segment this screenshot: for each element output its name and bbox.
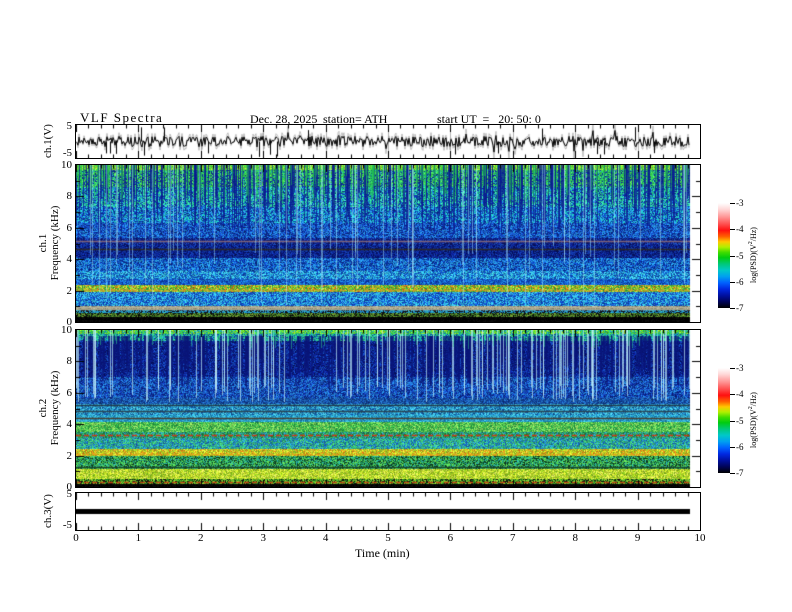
ch1-colorbar-label: log(PSD)(V2/Hz) xyxy=(748,227,758,283)
colorbar-tick xyxy=(730,229,735,230)
x-tick-label: 8 xyxy=(572,532,578,544)
colorbar-tick-label: -5 xyxy=(736,415,744,426)
ch1-waveform-canvas xyxy=(76,125,700,158)
x-tick-label: 6 xyxy=(447,532,454,544)
colorbar-tick-label: -4 xyxy=(736,389,744,400)
ch1-spectrogram-panel xyxy=(75,164,701,323)
colorbar-tick-label: -7 xyxy=(736,468,744,478)
colorbar-tick xyxy=(730,282,735,283)
ch2-frequency-axis-label: ch.2 Frequency (kHz) xyxy=(37,371,61,446)
colorbar-tick xyxy=(730,473,735,474)
y-tick-label: 10 xyxy=(61,159,72,171)
time-axis-label: Time (min) xyxy=(355,546,410,560)
y-tick-label: 6 xyxy=(66,221,73,234)
y-tick-label: 2 xyxy=(66,284,73,297)
x-tick-label: 5 xyxy=(385,532,391,544)
colorbar-tick-label: -7 xyxy=(736,303,744,313)
y-tick-label: 2 xyxy=(66,449,73,462)
x-tick-label: 1 xyxy=(135,532,142,544)
colorbar-tick-label: -4 xyxy=(736,224,744,235)
ch2-spectrogram-panel xyxy=(75,329,701,488)
y-tick-label: 4 xyxy=(66,253,73,266)
ch3-waveform-panel xyxy=(75,492,701,531)
ch2-axis-line2: Frequency (kHz) xyxy=(49,370,61,446)
colorbar-tick xyxy=(730,368,735,369)
ch2-spectrogram-canvas xyxy=(76,330,700,487)
colorbar-tick xyxy=(730,394,735,395)
y-tick-label: 5 xyxy=(66,488,73,500)
y-tick-label: 8 xyxy=(66,355,73,368)
ch2-colorbar-label: log(PSD)(V2/Hz) xyxy=(748,392,758,448)
ch2-colorbar-gradient xyxy=(718,368,730,473)
ch1-frequency-axis-label: ch.1 Frequency (kHz) xyxy=(37,206,61,281)
x-tick-label: 7 xyxy=(510,532,516,544)
x-tick-label: 3 xyxy=(260,532,266,544)
ch2-colorbar: -3 -4 -5 -6 -7 xyxy=(718,364,744,478)
colorbar-tick xyxy=(730,256,735,257)
ch1-axis-line2: Frequency (kHz) xyxy=(49,205,61,281)
ch1-colorbar: -3 -4 -5 -6 -7 xyxy=(718,199,744,313)
vlf-spectra-figure: VLF Spectra Dec. 28, 2025 station= ATH s… xyxy=(0,0,792,612)
y-tick-label: 5 xyxy=(66,120,73,132)
x-tick-label: 4 xyxy=(322,532,329,544)
ch3-waveform-canvas xyxy=(76,493,700,530)
ch1-spectrogram-canvas xyxy=(76,165,700,322)
y-tick-label: 8 xyxy=(66,190,73,203)
ch2-axis-line1: ch.2 xyxy=(37,398,49,418)
colorbar-tick-label: -3 xyxy=(736,363,744,373)
y-tick-label: 10 xyxy=(61,324,72,336)
y-tick-label: -5 xyxy=(62,519,72,531)
x-tick-label: 2 xyxy=(198,532,204,544)
colorbar-tick-label: -6 xyxy=(736,441,744,452)
colorbar-tick-label: -5 xyxy=(736,250,744,261)
ch1-colorbar-gradient xyxy=(718,203,730,308)
y-tick-label: 4 xyxy=(66,418,73,431)
x-tick-label: 10 xyxy=(694,532,706,544)
x-tick-label: 9 xyxy=(634,532,641,544)
colorbar-tick xyxy=(730,421,735,422)
colorbar-tick xyxy=(730,203,735,204)
y-tick-label: -5 xyxy=(62,147,72,159)
colorbar-tick xyxy=(730,447,735,448)
colorbar-tick-label: -6 xyxy=(736,276,744,287)
y-tick-label: 6 xyxy=(66,386,73,399)
ch1-axis-line1: ch.1 xyxy=(37,233,49,253)
ch1-waveform-panel xyxy=(75,124,701,159)
x-tick-label: 0 xyxy=(73,532,79,544)
colorbar-tick-label: -3 xyxy=(736,198,744,208)
colorbar-tick xyxy=(730,308,735,309)
